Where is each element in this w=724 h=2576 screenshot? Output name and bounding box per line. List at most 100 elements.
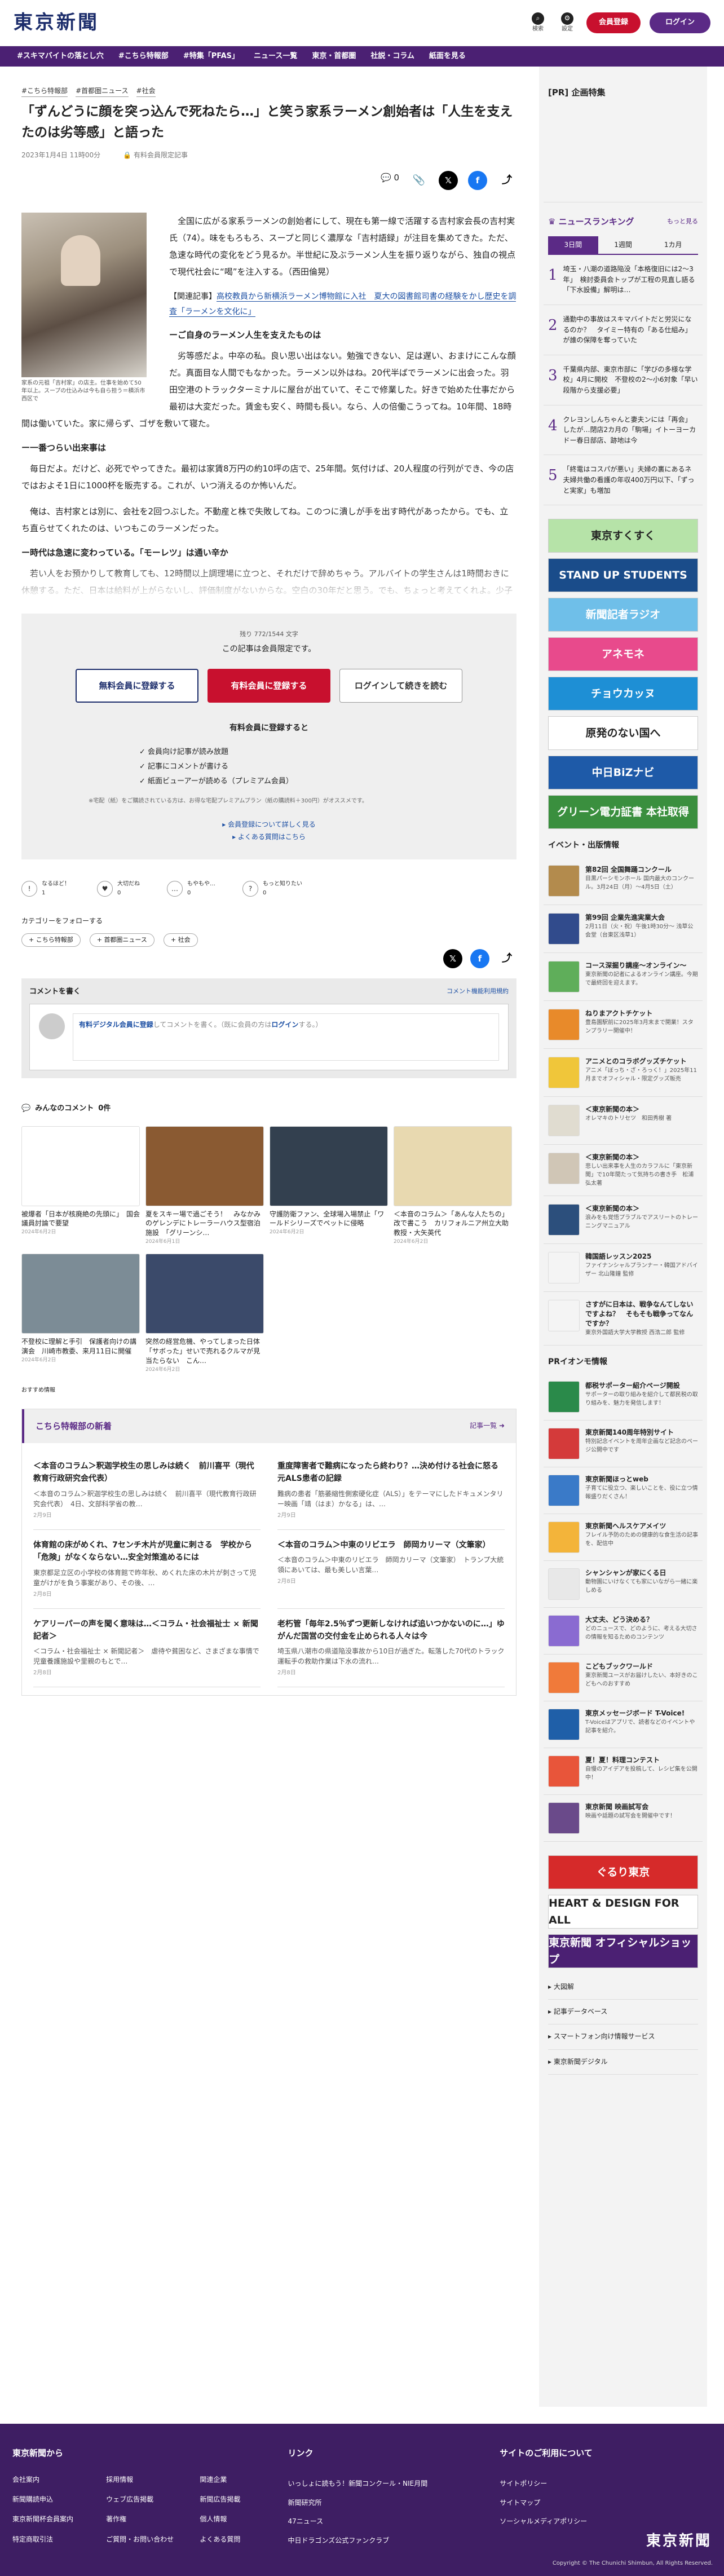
sidebar-link[interactable]: ▸ スマートフォン向け情報サービス <box>548 2024 698 2050</box>
article-list-link[interactable]: 記事一覧 ➜ <box>470 1421 505 1431</box>
sidebar-link[interactable]: ▸ 大図解 <box>548 1975 698 2000</box>
pr-item[interactable]: 東京新聞ヘルスケアメイツ フレイル予防のための健康的な食生活の記事を、配信中 <box>544 1514 703 1562</box>
comment-rules-link[interactable]: コメント機能利用規約 <box>447 986 509 998</box>
pr-item-title[interactable]: 東京メッセージボード T-Voice! <box>585 1709 698 1718</box>
news-item[interactable]: 老朽管「毎年2.5％ずつ更新しなければ追いつかないのに…」ゆがんだ国営の交付金を… <box>277 1609 505 1688</box>
comment-input[interactable]: 有料デジタル会員に登録してコメントを書く。（既に会員の方はログインする。） <box>73 1013 499 1061</box>
tag-link[interactable]: #社会 <box>136 86 156 98</box>
login-to-read-button[interactable]: ログインして続きを読む <box>339 669 462 703</box>
event-item[interactable]: ＜東京新聞の本＞ 悲しい出来事を人生のカラフルに「東京新聞」で10年間たって気持ち… <box>544 1145 703 1197</box>
rank-title[interactable]: 埼玉・八潮の道路陥没「本格復旧には2〜3年」 検討委員会トップが工程の見直し語る… <box>563 264 698 295</box>
footer-link[interactable]: 47ニュース <box>288 2517 323 2525</box>
share-icon[interactable]: ⤴ <box>497 171 516 190</box>
pr-item[interactable]: 夏！夏！料理コンテスト 自慢のアイデアを投稿して、レシピ集を公開中！ <box>544 1748 703 1796</box>
promo-banner[interactable]: 東京すくすく <box>548 519 698 553</box>
news-item[interactable]: ＜本音のコラム＞中東のリビエラ 師岡カリーマ（文筆家） ＜本音のコラム＞中東のリビ… <box>277 1530 505 1609</box>
footer-link[interactable]: いっしょに読もう！新聞コンクール・NIE月間 <box>288 2480 427 2487</box>
ranking-more-link[interactable]: もっと見る <box>667 217 698 227</box>
event-item-title[interactable]: コース深掘り講座〜オンライン〜 <box>585 961 698 971</box>
ranking-item[interactable]: 1 埼玉・八潮の道路陥没「本格復旧には2〜3年」 検討委員会トップが工程の見直し語… <box>544 255 703 305</box>
facebook-share-icon[interactable]: f <box>468 170 487 190</box>
category-chip[interactable]: + 首都圏ニュース <box>89 933 154 947</box>
promo-banner[interactable]: STAND UP STUDENTS <box>548 558 698 593</box>
pr-item-title[interactable]: 東京新聞ほっとweb <box>585 1475 698 1484</box>
promo-banner[interactable]: グリーン電力証書 本社取得 <box>548 795 698 830</box>
rank-title[interactable]: クレヨンしんちゃんと妻夫ンには「再会」したが…閉店2カ月の「駒場」イトーヨーカド… <box>563 414 698 446</box>
facebook-share-icon[interactable]: f <box>470 949 489 968</box>
promo-banner[interactable]: 新聞記者ラジオ <box>548 598 698 632</box>
footer-link[interactable]: 関連企業 <box>200 2474 288 2485</box>
event-item-title[interactable]: 韓国語レッスン2025 <box>585 1252 698 1261</box>
event-item[interactable]: ねりまアクトチケット 豊島園駅前に2025年3月末まで開業！スタンプラリー開催中！ <box>544 1001 703 1049</box>
x-share-icon[interactable]: 𝕏 <box>443 949 462 968</box>
site-logo[interactable]: 東京新聞 <box>14 7 99 38</box>
recommend-card[interactable]: 被爆者「日本が核廃絶の先頭に」 国会議員討論で要望 2024年6月2日 <box>21 1126 140 1246</box>
pr-item[interactable]: 大丈夫、どう決める？ どのニュースで、どのように、考える大切さの情報を知るためのコ… <box>544 1608 703 1655</box>
promo-banner[interactable]: アネモネ <box>548 637 698 672</box>
footer-link[interactable]: 会社案内 <box>12 2474 100 2485</box>
footer-link[interactable]: 個人情報 <box>200 2514 288 2525</box>
login-button[interactable]: ログイン <box>649 12 710 33</box>
rank-title[interactable]: 千葉県内部、東京市部に「学びの多様な学校」4月に開校 不登校の2〜小6対象「早い… <box>563 364 698 396</box>
card-title[interactable]: 突然の経営危機、やってしまった日体「サボった」せいで売れるクルマが見当たらない … <box>145 1337 264 1365</box>
free-register-button[interactable]: 無料会員に登録する <box>76 669 198 703</box>
footer-link[interactable]: ウェブ広告掲載 <box>106 2494 194 2505</box>
register-button[interactable]: 会員登録 <box>586 12 641 33</box>
event-item-title[interactable]: アニメとのコラボグッズチケット <box>585 1057 698 1066</box>
nav-item[interactable]: #こちら特報部 <box>118 51 169 63</box>
nav-item[interactable]: 社説・コラム <box>370 51 414 63</box>
nav-item[interactable]: #スキマバイトの落とし穴 <box>17 51 104 63</box>
ranking-item[interactable]: 5 「終電はコスパが悪い」夫婦の裏にあるネ 夫婦共働の看護の年収400万円以下、「… <box>544 455 703 506</box>
share-icon[interactable]: ⤴ <box>497 949 516 968</box>
news-item[interactable]: 重度障害者で難病になったら終わり？…決め付ける社会に怒る元ALS患者の記録 難病の… <box>277 1451 505 1530</box>
event-item[interactable]: アニメとのコラボグッズチケット アニメ「ぼっち・ざ・ろっく！」2025年11月まで… <box>544 1049 703 1097</box>
pr-item-title[interactable]: こどもブックワールド <box>585 1662 698 1671</box>
rank-title[interactable]: 「終電はコスパが悪い」夫婦の裏にあるネ 夫婦共働の看護の年収400万円以下、「ず… <box>563 464 699 496</box>
pr-item[interactable]: シャンシャンが家にくる日 動物園にいけなくても家にいながら一緒に楽しめる <box>544 1561 703 1608</box>
event-item-title[interactable]: 第82回 全国舞踊コンクール <box>585 865 698 875</box>
promo-banner[interactable]: HEART & DESIGN FOR ALL <box>548 1895 698 1929</box>
nav-item[interactable]: 紙面を見る <box>429 51 466 63</box>
pr-item-title[interactable]: 東京新聞 映画試写会 <box>585 1802 676 1812</box>
recommend-card[interactable]: 突然の経営危機、やってしまった日体「サボった」せいで売れるクルマが見当たらない … <box>145 1254 264 1374</box>
ranking-item[interactable]: 4 クレヨンしんちゃんと妻夫ンには「再会」したが…閉店2カ月の「駒場」イトーヨーカ… <box>544 405 703 456</box>
ranking-item[interactable]: 3 千葉県内部、東京市部に「学びの多様な学校」4月に開校 不登校の2〜小6対象「早… <box>544 355 703 405</box>
sidebar-link[interactable]: ▸ 東京新聞デジタル <box>548 2050 698 2075</box>
news-title[interactable]: ＜本音のコラム＞釈迦学校生の思しみは続く 前川喜平（現代教育行政研究会代表） <box>33 1460 261 1485</box>
event-item-title[interactable]: ＜東京新聞の本＞ <box>585 1153 698 1162</box>
footer-link[interactable]: ご質問・お問い合わせ <box>106 2534 194 2545</box>
promo-banner[interactable]: 東京新聞 オフィシャルショップ <box>548 1934 698 1969</box>
card-title[interactable]: 被爆者「日本が核廃絶の先頭に」 国会議員討論で要望 <box>21 1210 140 1229</box>
pr-item[interactable]: 都税サポーター紹介ページ開設 サポーターの取り組みを紹介して都民税の取り組みを、魅… <box>544 1374 703 1421</box>
news-title[interactable]: ケアリーパーの声を聞く意味は…＜コラム・社会福祉士 × 新聞記者＞ <box>33 1618 261 1643</box>
reaction-button[interactable]: … もやもや… 0 <box>167 880 215 898</box>
footer-logo[interactable]: 東京新聞 <box>646 2530 712 2553</box>
pr-item-title[interactable]: 東京新聞140周年特別サイト <box>585 1428 698 1437</box>
event-item-title[interactable]: 第99回 企業先進実業大会 <box>585 913 698 923</box>
card-thumbnail[interactable] <box>21 1254 140 1334</box>
promo-banner[interactable]: 中日BiZナビ <box>548 756 698 790</box>
tag-link[interactable]: #こちら特報部 <box>21 86 68 98</box>
news-title[interactable]: ＜本音のコラム＞中東のリビエラ 師岡カリーマ（文筆家） <box>277 1539 505 1551</box>
recommend-card[interactable]: 不登校に理解と手引 保護者向けの講演会 川崎市教委、来月11日に開催 2024年6… <box>21 1254 140 1374</box>
article-photo[interactable] <box>21 212 147 377</box>
nav-item[interactable]: ニュース一覧 <box>254 51 297 63</box>
pr-item-title[interactable]: 東京新聞ヘルスケアメイツ <box>585 1521 698 1531</box>
card-thumbnail[interactable] <box>394 1126 512 1206</box>
pr-item-title[interactable]: 夏！夏！料理コンテスト <box>585 1755 698 1765</box>
footer-link[interactable]: 中日ドラゴンズ公式ファンクラブ <box>288 2537 389 2544</box>
footer-link[interactable]: サイトマップ <box>500 2499 540 2507</box>
pr-item[interactable]: こどもブックワールド 東京新聞ユースがお届けしたい、本好きのこどもへのおすすめ <box>544 1655 703 1702</box>
rank-title[interactable]: 通勤中の事故はスキマバイトだと労災になるのか？ タイミー特有の「ある仕組み」が誰… <box>563 314 698 346</box>
nav-item[interactable]: 東京・首都圏 <box>312 51 356 63</box>
faq-link[interactable]: よくある質問はこちら <box>238 833 306 841</box>
event-item[interactable]: ＜東京新聞の本＞ 浪みをも覚悟プラブルでアスリートのトレーニングマニュアル <box>544 1196 703 1245</box>
footer-link[interactable]: ソーシャルメディアポリシー <box>500 2517 587 2525</box>
category-chip[interactable]: + こちら特報部 <box>21 933 81 947</box>
footer-link[interactable]: よくある質問 <box>200 2534 288 2545</box>
pr-item[interactable]: 東京メッセージボード T-Voice! T-Voiceはアプリで、読者などのイベン… <box>544 1701 703 1749</box>
news-item[interactable]: 体育館の床がめくれ、7センチ木片が児童に刺さる 学校から「危険」がなくならない…… <box>33 1530 261 1609</box>
promo-banner[interactable]: 原発のない国へ <box>548 716 698 751</box>
card-thumbnail[interactable] <box>145 1254 264 1334</box>
event-item-title[interactable]: ねりまアクトチケット <box>585 1009 698 1018</box>
